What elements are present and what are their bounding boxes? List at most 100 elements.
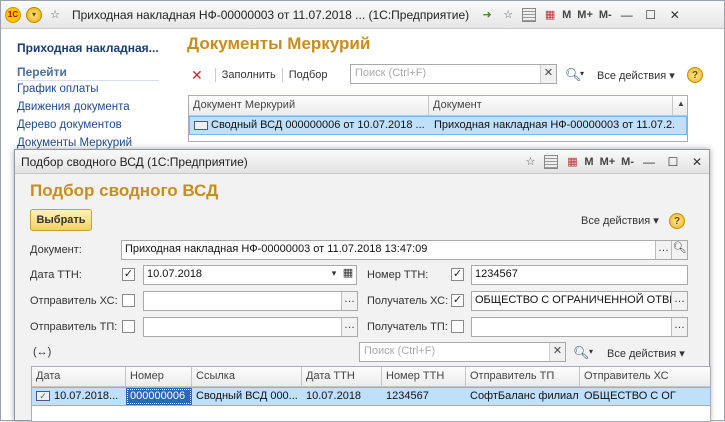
search-placeholder: Поиск (Ctrl+F) (364, 345, 436, 357)
table-header: Дата Номер Ссылка Дата ТТН Номер ТТН Отп… (32, 367, 710, 387)
cell-text: Сводный ВСД 000000006 от 10.07.2018 ... (211, 119, 425, 131)
table-cell: ✓ 10.07.2018... (32, 388, 126, 405)
table-cell: ОБЩЕСТВО С ОГ (584, 390, 676, 402)
column-header-number[interactable]: Номер (126, 367, 192, 386)
document-field[interactable]: Приходная накладная НФ-00000003 от 11.07… (121, 240, 688, 260)
help-icon[interactable]: ? (669, 213, 685, 229)
ttn-date-field[interactable]: 10.07.2018 ▾ ▦ (143, 265, 357, 285)
open-document-icon[interactable]: 🔍︎ (671, 241, 687, 259)
memory-mplus-button[interactable]: M+ (577, 9, 593, 21)
table-cell: СофтБаланс филиал (470, 390, 579, 402)
sender-tp-checkbox[interactable] (122, 320, 135, 333)
clear-search-icon[interactable]: ✕ (549, 343, 565, 361)
calculator-icon[interactable] (520, 6, 538, 24)
sender-hs-field[interactable]: … (143, 291, 358, 311)
all-actions-label: Все действия (607, 348, 677, 360)
all-actions-label: Все действия (597, 70, 667, 82)
table-row[interactable]: ✓ 10.07.2018... 000000006 Сводный ВСД 000… (32, 387, 710, 406)
scroll-up-icon[interactable]: ▲ (673, 96, 687, 115)
calendar-icon[interactable]: ▦ (563, 153, 581, 171)
list-search-input[interactable]: Поиск (Ctrl+F) ✕ (359, 342, 566, 362)
memory-mminus-button[interactable]: M- (621, 156, 634, 168)
sidebar-link-movements[interactable]: Движения документа (17, 101, 130, 113)
ttn-date-checkbox[interactable]: ✓ (122, 268, 135, 281)
page-title: Документы Меркурий (187, 34, 371, 53)
favorites-icon[interactable]: ☆ (521, 153, 539, 171)
search-icon[interactable]: 🔍︎ (573, 345, 590, 361)
ttn-number-field[interactable]: 1234567 (471, 265, 688, 285)
document-icon (194, 120, 208, 130)
search-placeholder: Поиск (Ctrl+F) (355, 67, 427, 79)
dialog-heading: Подбор сводного ВСД (30, 181, 219, 200)
close-icon[interactable]: ✕ (668, 8, 682, 22)
close-icon[interactable]: ✕ (690, 155, 704, 169)
sender-hs-checkbox[interactable] (122, 294, 135, 307)
maximize-icon[interactable]: ☐ (644, 8, 658, 22)
expand-icon[interactable]: (↔) (33, 346, 51, 358)
sidebar-title[interactable]: Приходная накладная... (17, 41, 159, 55)
column-header-link[interactable]: Ссылка (192, 367, 302, 386)
receiver-hs-checkbox[interactable]: ✓ (451, 294, 464, 307)
memory-m-button[interactable]: M (562, 9, 571, 21)
1c-logo-icon[interactable]: 1С (4, 6, 22, 24)
calendar-picker-icon[interactable]: ▦ (340, 266, 356, 284)
column-header-date[interactable]: Дата (32, 367, 126, 386)
ttn-number-checkbox[interactable]: ✓ (451, 268, 464, 281)
sidebar-link-mercury-docs[interactable]: Документы Меркурий (17, 137, 132, 149)
choose-document-button[interactable]: … (655, 241, 671, 259)
choose-receiver-hs-button[interactable]: … (671, 292, 687, 310)
choose-sender-tp-button[interactable]: … (341, 318, 357, 336)
title-bar: 1С ▾ ☆ Приходная накладная НФ-00000003 о… (1, 1, 724, 29)
choose-receiver-tp-button[interactable]: … (671, 318, 687, 336)
fill-button[interactable]: Заполнить (222, 69, 276, 81)
navigate-icon[interactable]: ➜ (478, 6, 496, 24)
selection-dialog: Подбор сводного ВСД (1С:Предприятие) ☆ ▦… (14, 149, 711, 422)
search-input[interactable]: Поиск (Ctrl+F) ✕ (350, 64, 557, 84)
all-actions-menu[interactable]: Все действия ▾ (581, 214, 659, 227)
receiver-hs-field[interactable]: ОБЩЕСТВО С ОГРАНИЧЕННОЙ ОТВЕ … (471, 291, 688, 311)
memory-m-button[interactable]: M (584, 156, 593, 168)
minimize-icon[interactable]: — (642, 155, 656, 169)
maximize-icon[interactable]: ☐ (666, 155, 680, 169)
column-header-ttn-date[interactable]: Дата ТТН (302, 367, 382, 386)
memory-mminus-button[interactable]: M- (599, 9, 612, 21)
help-icon[interactable]: ? (687, 67, 703, 83)
column-header-sender-tp[interactable]: Отправитель ТП (466, 367, 580, 386)
receiver-tp-checkbox[interactable] (451, 320, 464, 333)
sender-tp-field[interactable]: … (143, 317, 358, 337)
column-header-ttn-number[interactable]: Номер ТТН (382, 367, 466, 386)
calendar-icon[interactable]: ▦ (541, 6, 559, 24)
choose-sender-hs-button[interactable]: … (341, 292, 357, 310)
select-button[interactable]: Подбор (289, 69, 328, 81)
clear-search-icon[interactable]: ✕ (540, 65, 556, 83)
sidebar-section-go: Перейти (17, 65, 159, 81)
column-header-sender-hs[interactable]: Отправитель ХС (580, 367, 700, 386)
sidebar-link-payment-schedule[interactable]: График оплаты (17, 83, 99, 95)
main-menu-button[interactable]: ▾ (25, 6, 43, 24)
receiver-tp-field[interactable]: … (471, 317, 688, 337)
dialog-title-bar: Подбор сводного ВСД (1С:Предприятие) ☆ ▦… (15, 150, 709, 174)
column-header[interactable]: Документ Меркурий (189, 96, 429, 115)
minimize-icon[interactable]: — (620, 8, 634, 22)
dialog-title: Подбор сводного ВСД (1С:Предприятие) (21, 154, 248, 169)
list-all-actions-menu[interactable]: Все действия ▾ (607, 347, 685, 360)
ttn-number-label: Номер ТТН: (367, 269, 429, 281)
star-icon[interactable]: ☆ (46, 6, 64, 24)
table-cell: 1234567 (386, 390, 429, 402)
receiver-hs-label: Получатель ХС: (367, 295, 449, 307)
delete-icon[interactable]: ✕ (191, 67, 203, 84)
column-header[interactable]: Документ (429, 96, 673, 115)
table-row[interactable]: Сводный ВСД 000000006 от 10.07.2018 ... … (189, 116, 687, 135)
choose-button[interactable]: Выбрать (30, 209, 92, 231)
table-cell-selected[interactable]: 000000006 (126, 388, 192, 405)
toolbar-divider (214, 68, 216, 82)
sidebar-link-doc-tree[interactable]: Дерево документов (17, 119, 122, 131)
all-actions-menu[interactable]: Все действия ▾ (597, 69, 675, 82)
calculator-icon[interactable] (542, 153, 560, 171)
favorites-icon[interactable]: ☆ (499, 6, 517, 24)
chevron-down-icon[interactable]: ▾ (580, 69, 584, 78)
chevron-down-icon[interactable]: ▾ (589, 347, 593, 356)
memory-mplus-button[interactable]: M+ (600, 156, 616, 168)
ttn-date-value: 10.07.2018 (147, 268, 203, 280)
receiver-hs-value: ОБЩЕСТВО С ОГРАНИЧЕННОЙ ОТВЕ (475, 294, 677, 306)
